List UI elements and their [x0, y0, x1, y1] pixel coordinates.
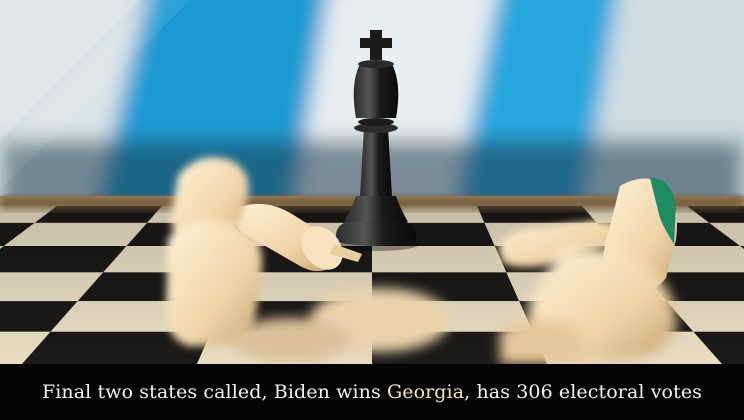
fallen-white-knight: [166, 157, 263, 346]
headline-text-end: , has 306 electoral votes: [464, 381, 703, 403]
article-card[interactable]: Final two states called, Biden wins Geor…: [0, 0, 744, 420]
headline[interactable]: Final two states called, Biden wins Geor…: [42, 381, 702, 403]
hero-image: [0, 0, 744, 364]
headline-highlight: Georgia: [386, 381, 465, 403]
caption-bar: Final two states called, Biden wins Geor…: [0, 364, 744, 420]
chess-photo: [0, 0, 744, 364]
headline-text-start: Final two states called, Biden wins: [41, 381, 387, 403]
